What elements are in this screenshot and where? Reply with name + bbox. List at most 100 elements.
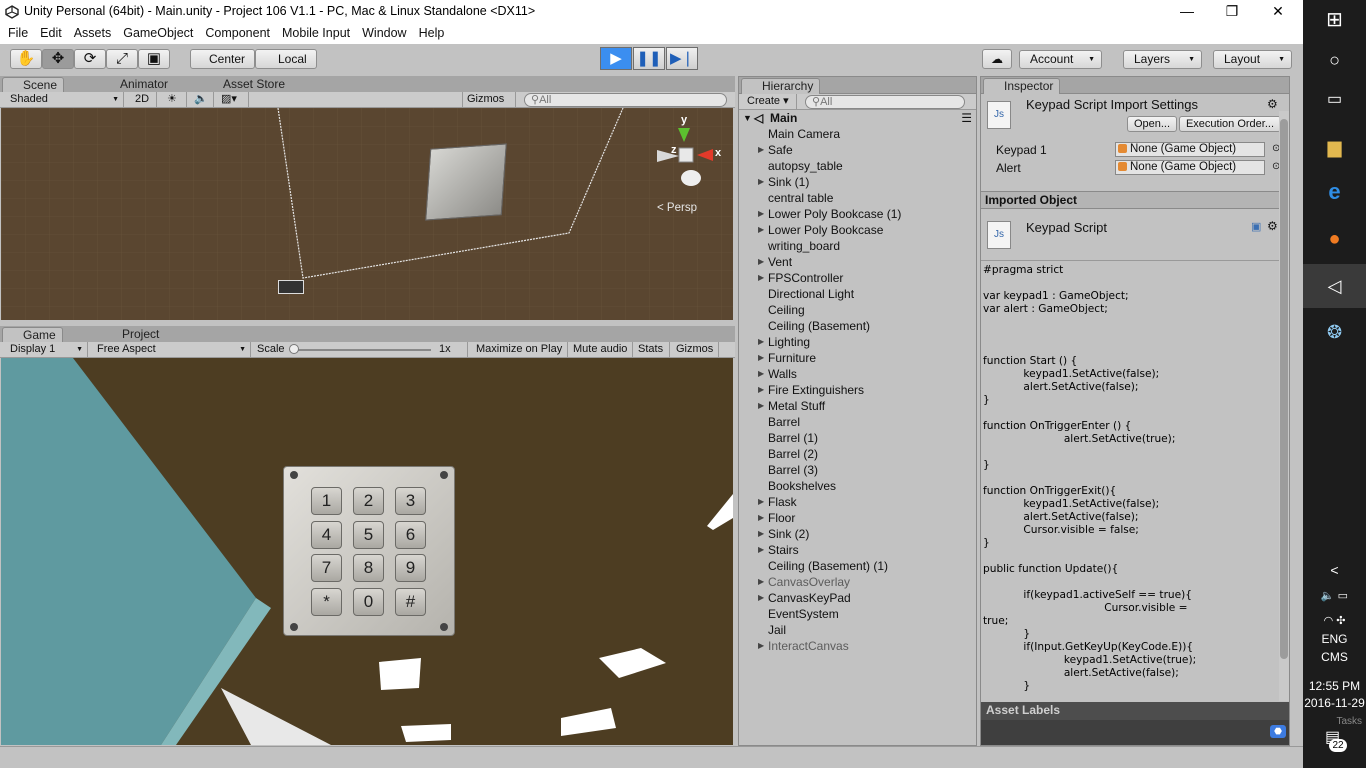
inspector-scrollbar[interactable]	[1279, 111, 1289, 701]
hierarchy-item[interactable]: ▶ Vent	[739, 254, 976, 270]
tab-inspector[interactable]: Inspector	[983, 78, 1061, 94]
hierarchy-item[interactable]: ▶ InteractCanvas	[739, 638, 976, 654]
expand-arrow-icon[interactable]: ▶	[758, 174, 764, 190]
scene-lighting-icon[interactable]: ☀	[163, 92, 187, 107]
tab-animator[interactable]: Animator	[100, 77, 174, 93]
hierarchy-item[interactable]: writing_board	[739, 238, 976, 254]
menu-window[interactable]: Window	[356, 24, 412, 42]
expand-arrow-icon[interactable]: ▼	[743, 110, 752, 126]
scene-orientation-gizmo[interactable]: y x z	[651, 114, 721, 198]
hierarchy-item[interactable]: ▶ Sink (1)	[739, 174, 976, 190]
tab-asset-store[interactable]: Asset Store	[203, 77, 291, 93]
hierarchy-item[interactable]: ▶ CanvasKeyPad	[739, 590, 976, 606]
hierarchy-item[interactable]: Directional Light	[739, 286, 976, 302]
hierarchy-item[interactable]: ▶ Furniture	[739, 350, 976, 366]
hierarchy-item[interactable]: Ceiling (Basement)	[739, 318, 976, 334]
cortana-icon[interactable]: ○	[1303, 40, 1366, 84]
app-taskbar-icon[interactable]: ❂	[1303, 310, 1366, 354]
stats-toggle[interactable]: Stats	[634, 342, 670, 357]
menu-component[interactable]: Component	[199, 24, 276, 42]
shading-mode-dropdown[interactable]: Shaded ▼	[6, 92, 124, 107]
pivot-local-button[interactable]: Local	[255, 49, 317, 69]
scale-tool-icon[interactable]: ⤢	[106, 49, 138, 69]
key-8[interactable]: 8	[353, 554, 384, 582]
expand-arrow-icon[interactable]: ▶	[758, 542, 764, 558]
hierarchy-search-input[interactable]: ⚲All	[805, 95, 965, 109]
settings-gear-icon[interactable]: ⚙	[1267, 97, 1278, 111]
task-view-icon[interactable]: ▭	[1303, 80, 1366, 124]
expand-arrow-icon[interactable]: ▶	[758, 494, 764, 510]
hierarchy-item[interactable]: Barrel (1)	[739, 430, 976, 446]
expand-arrow-icon[interactable]: ▶	[758, 398, 764, 414]
tab-hierarchy[interactable]: Hierarchy	[741, 78, 821, 94]
file-explorer-icon[interactable]: ▆	[1303, 125, 1366, 169]
hierarchy-item[interactable]: Ceiling (Basement) (1)	[739, 558, 976, 574]
hierarchy-item[interactable]: Jail	[739, 622, 976, 638]
tab-scene[interactable]: Scene	[2, 77, 65, 93]
clock-time[interactable]: 12:55 PM	[1303, 679, 1366, 695]
pivot-center-button[interactable]: Center	[190, 49, 255, 69]
key-hash[interactable]: #	[395, 588, 426, 616]
key-4[interactable]: 4	[311, 521, 342, 549]
cloud-icon[interactable]: ☁	[982, 49, 1012, 69]
rect-tool-icon[interactable]: ▣	[138, 49, 170, 69]
hierarchy-item[interactable]: Main Camera	[739, 126, 976, 142]
expand-arrow-icon[interactable]: ▶	[758, 510, 764, 526]
close-button[interactable]: ✕	[1255, 0, 1301, 24]
expand-arrow-icon[interactable]: ▶	[758, 638, 764, 654]
hierarchy-item[interactable]: ▶ CanvasOverlay	[739, 574, 976, 590]
hierarchy-item[interactable]: ▶ Lower Poly Bookcase	[739, 222, 976, 238]
menu-mobile-input[interactable]: Mobile Input	[276, 24, 356, 42]
expand-arrow-icon[interactable]: ▶	[758, 382, 764, 398]
scene-gizmos-dropdown[interactable]: Gizmos ▾	[462, 92, 516, 120]
hierarchy-item[interactable]: ▶ Lower Poly Bookcase (1)	[739, 206, 976, 222]
mode-2d-toggle[interactable]: 2D	[131, 92, 157, 107]
scene-audio-icon[interactable]: 🔈	[190, 92, 214, 107]
hierarchy-item[interactable]: autopsy_table	[739, 158, 976, 174]
scale-slider[interactable]: Scale 1x	[253, 342, 468, 357]
scene-root-main[interactable]: ▼ ◁ Main ☰	[739, 110, 976, 126]
perspective-label[interactable]: < Persp	[657, 202, 697, 214]
inspector-scroll-thumb[interactable]	[1280, 119, 1288, 659]
hierarchy-item[interactable]: ▶ Lighting	[739, 334, 976, 350]
game-viewport[interactable]: 1 2 3 4 5 6 7 8 9 * 0 #	[1, 358, 733, 745]
hierarchy-item[interactable]: ▶ Walls	[739, 366, 976, 382]
edge-browser-icon[interactable]: e	[1303, 170, 1366, 214]
scene-search-input[interactable]: ⚲All	[524, 93, 727, 107]
aspect-dropdown[interactable]: Free Aspect ▼	[93, 342, 251, 357]
mute-audio-toggle[interactable]: Mute audio	[569, 342, 633, 357]
game-gizmos-dropdown[interactable]: Gizmos	[672, 342, 719, 357]
display-dropdown[interactable]: Display 1 ▼	[6, 342, 88, 357]
expand-arrow-icon[interactable]: ▶	[758, 526, 764, 542]
rotate-tool-icon[interactable]: ⟳	[74, 49, 106, 69]
expand-arrow-icon[interactable]: ▶	[758, 270, 764, 286]
key-9[interactable]: 9	[395, 554, 426, 582]
expand-arrow-icon[interactable]: ▶	[758, 254, 764, 270]
alert-object-field[interactable]: None (Game Object)	[1115, 160, 1265, 175]
hierarchy-item[interactable]: ▶ Metal Stuff	[739, 398, 976, 414]
menu-assets[interactable]: Assets	[68, 24, 118, 42]
unity-taskbar-icon[interactable]: ◁	[1303, 264, 1366, 308]
scene-viewport[interactable]: y x z < Persp	[1, 108, 733, 320]
hierarchy-item[interactable]: ▶ Stairs	[739, 542, 976, 558]
menu-file[interactable]: File	[0, 24, 34, 42]
menu-gameobject[interactable]: GameObject	[117, 24, 199, 42]
help-book-icon[interactable]: ▣	[1251, 220, 1261, 233]
expand-arrow-icon[interactable]: ▶	[758, 366, 764, 382]
execution-order-button[interactable]: Execution Order...	[1179, 116, 1281, 132]
hierarchy-item[interactable]: ▶ Fire Extinguishers	[739, 382, 976, 398]
maximize-on-play-toggle[interactable]: Maximize on Play	[472, 342, 568, 357]
menu-help[interactable]: Help	[413, 24, 451, 42]
hierarchy-item[interactable]: ▶ Safe	[739, 142, 976, 158]
hierarchy-item[interactable]: ▶ Floor	[739, 510, 976, 526]
hand-tool-icon[interactable]: ✋	[10, 49, 42, 69]
maximize-button[interactable]: ❐	[1209, 0, 1255, 24]
hierarchy-item[interactable]: Barrel	[739, 414, 976, 430]
hierarchy-item[interactable]: ▶ Sink (2)	[739, 526, 976, 542]
menu-edit[interactable]: Edit	[34, 24, 68, 42]
tag-icon[interactable]: ⬣	[1270, 725, 1286, 738]
scene-options-icon[interactable]: ☰	[961, 110, 972, 126]
window-title-bar[interactable]: Unity Personal (64bit) - Main.unity - Pr…	[0, 0, 1303, 24]
key-6[interactable]: 6	[395, 521, 426, 549]
expand-arrow-icon[interactable]: ▶	[758, 142, 764, 158]
